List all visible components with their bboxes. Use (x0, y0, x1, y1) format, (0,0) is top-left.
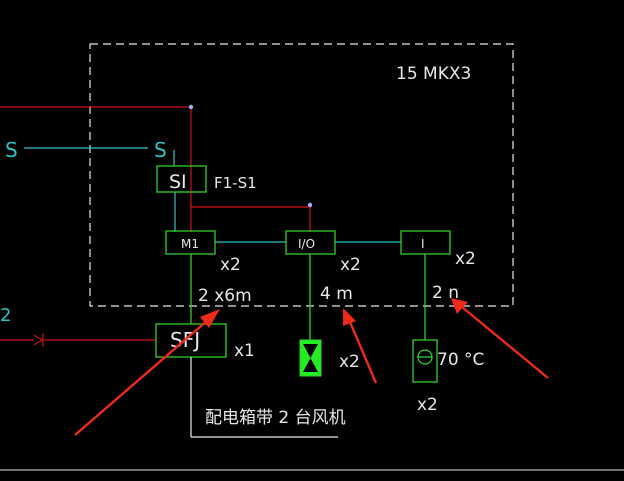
f1-label: F1-S1 (214, 174, 257, 192)
valve-icon (299, 339, 322, 377)
panel-label: 15 MKX3 (396, 64, 471, 84)
cable-label-io: 4 m (320, 284, 353, 304)
cable-label-m1: 2 x6m (198, 286, 252, 306)
si-box-label: SI (169, 171, 187, 193)
sfj-multiplier: x1 (234, 341, 255, 361)
sensor-multiplier: x2 (417, 395, 438, 415)
cad-diagram-canvas: 15 MKX3 2 S S SI F1-S1 M1 x2 I/O x2 I x2 (0, 0, 624, 481)
module-label-m1: M1 (181, 237, 199, 251)
module-multiplier-i: x2 (455, 249, 476, 269)
module-multiplier-m1: x2 (220, 255, 241, 275)
junction-dot (188, 104, 194, 110)
module-label-io: I/O (298, 237, 315, 251)
left-edge-label: 2 (0, 305, 11, 326)
junction-dot (307, 202, 313, 208)
signal-left-label: S (5, 138, 18, 162)
module-label-i: I (421, 237, 425, 251)
bottom-note: 配电箱带 2 台风机 (205, 408, 346, 428)
signal-right-label: S (154, 138, 167, 162)
module-multiplier-io: x2 (340, 255, 361, 275)
sensor-label: 70 °C (437, 350, 484, 370)
valve-multiplier: x2 (339, 352, 360, 372)
